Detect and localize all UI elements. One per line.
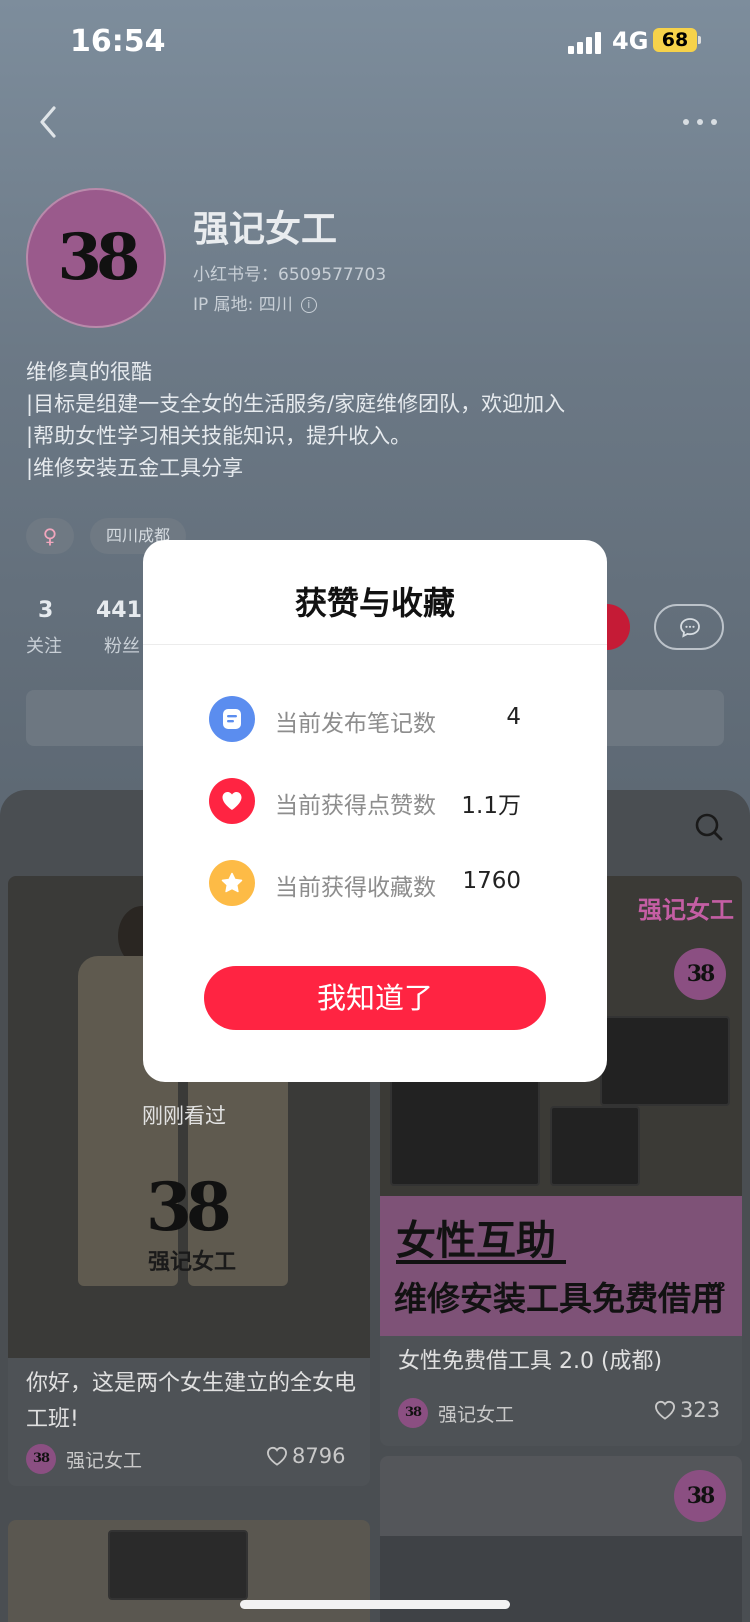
home-indicator — [240, 1600, 510, 1609]
banner-version: V2 — [708, 1280, 726, 1294]
bio-line: 维修真的很酷 — [26, 360, 152, 384]
author-name: 强记女工 — [438, 1404, 515, 1426]
bio-line: |维修安装五金工具分享 — [26, 456, 244, 480]
note-icon — [209, 696, 255, 742]
followers-label: 粉丝 — [104, 636, 140, 657]
notes-count-value: 4 — [506, 704, 521, 730]
note-title: 女性免费借工具 2.0 (成都) — [398, 1349, 663, 1374]
author-avatar: 38 — [398, 1398, 428, 1428]
status-time: 16:54 — [70, 24, 166, 59]
notes-count-label: 当前发布笔记数 — [275, 711, 436, 737]
more-icon[interactable] — [680, 106, 720, 136]
battery-tip — [698, 36, 701, 44]
profile-bio: 维修真的很酷 |目标是组建一支全女的生活服务/家庭维修团队，欢迎加入 |帮助女性… — [26, 356, 565, 484]
likes-count-value: 1.1万 — [461, 793, 521, 819]
following-label: 关注 — [26, 636, 62, 657]
like-count-value: 323 — [680, 1398, 721, 1422]
image-logo: 38 — [674, 948, 726, 1000]
heart-icon — [209, 778, 255, 824]
note-title: 你好，这是两个女生建立的全女电工班! — [26, 1371, 357, 1432]
info-icon[interactable]: i — [300, 297, 317, 313]
like-count-value: 8796 — [292, 1444, 346, 1468]
dialog-title: 获赞与收藏 — [294, 584, 455, 622]
like-count[interactable]: 8796 — [266, 1444, 345, 1468]
collections-count-row: 当前获得收藏数 1760 — [209, 858, 549, 908]
bio-line: |目标是组建一支全女的生活服务/家庭维修团队，欢迎加入 — [26, 392, 566, 416]
collections-count-value: 1760 — [462, 868, 521, 894]
following-count[interactable]: 3 — [38, 598, 53, 623]
message-button[interactable] — [654, 604, 724, 650]
note-card[interactable]: 38 — [380, 1456, 742, 1622]
banner-line-2: 维修安装工具免费借用 — [394, 1279, 724, 1318]
author-avatar: 38 — [26, 1444, 56, 1474]
image-title: 强记女工 — [638, 896, 734, 924]
notes-count-row: 当前发布笔记数 4 — [209, 694, 549, 744]
network-type: 4G — [612, 27, 649, 55]
profile-name: 强记女工 — [193, 209, 338, 250]
promo-banner: 女性互助 维修安装工具免费借用 V2 — [380, 1196, 742, 1336]
bio-line: |帮助女性学习相关技能知识，提升收入。 — [26, 424, 412, 448]
heart-outline-icon — [266, 1446, 288, 1466]
search-icon[interactable] — [694, 812, 724, 846]
chat-icon — [680, 618, 700, 638]
avatar[interactable]: 38 — [26, 188, 166, 328]
collections-count-label: 当前获得收藏数 — [275, 875, 436, 901]
status-bar: 16:54 4G 68 — [0, 0, 750, 90]
star-icon — [209, 860, 255, 906]
image-logo: 38 — [146, 1168, 232, 1246]
heart-outline-icon — [654, 1400, 676, 1420]
battery-icon: 68 — [653, 28, 697, 52]
likes-count-label: 当前获得点赞数 — [275, 793, 436, 819]
xhs-id: 小红书号：6509577703 — [193, 265, 387, 285]
image-logo: 38 — [674, 1470, 726, 1522]
dialog-divider — [143, 644, 607, 645]
recently-viewed-badge: 刚刚看过 — [142, 1104, 226, 1128]
like-count[interactable]: 323 — [654, 1398, 720, 1422]
likes-and-collections-dialog: 获赞与收藏 当前发布笔记数 4 当前获得点赞数 1.1万 当前获得收藏数 176… — [143, 540, 607, 1082]
banner-line-1: 女性互助 — [396, 1218, 556, 1264]
author-name: 强记女工 — [66, 1450, 143, 1472]
back-arrow-icon[interactable] — [28, 102, 68, 142]
confirm-button[interactable]: 我知道了 — [204, 966, 546, 1030]
followers-count[interactable]: 441 — [96, 598, 142, 623]
ip-location: IP 属地: 四川 — [193, 295, 293, 315]
signal-icon — [568, 32, 604, 54]
ip-location-row: IP 属地: 四川 i — [193, 290, 317, 315]
gender-tag: ♀ — [26, 518, 74, 554]
banner-underline — [396, 1260, 566, 1264]
image-brand-text: 强记女工 — [148, 1250, 237, 1275]
likes-count-row: 当前获得点赞数 1.1万 — [209, 776, 549, 826]
avatar-logo: 38 — [57, 220, 140, 295]
